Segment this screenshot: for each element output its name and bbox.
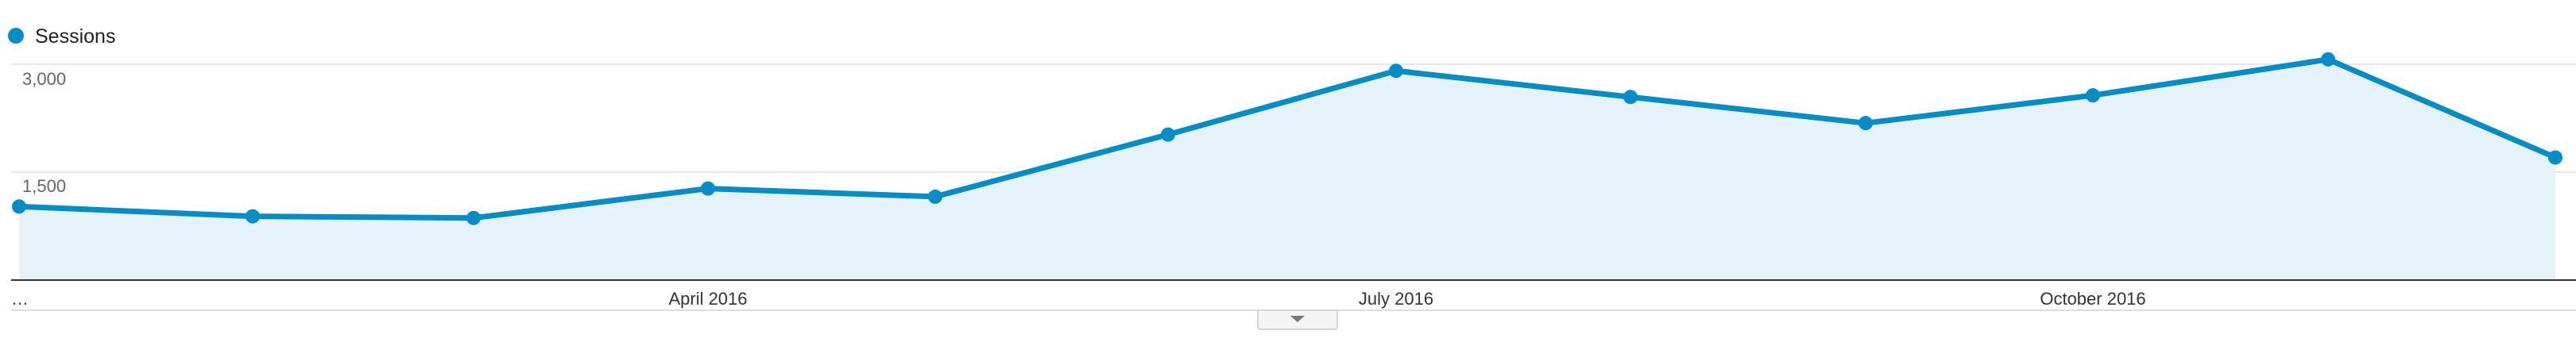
data-point-2[interactable] [466,210,481,225]
x-tick-label-october: October 2016 [2040,289,2145,309]
data-point-10[interactable] [2321,52,2335,67]
x-tick-label-july: July 2016 [1359,289,1433,309]
data-point-9[interactable] [2086,88,2100,103]
x-tick-label-start: … [11,289,29,309]
series-area-sessions [19,59,2555,281]
data-point-6[interactable] [1389,63,1403,79]
sessions-chart: Sessions 3,000 1,500 … April 2016 July 2… [0,0,2576,334]
data-point-1[interactable] [246,209,260,224]
data-point-7[interactable] [1623,90,1638,105]
y-tick-label-mid: 1,500 [22,176,66,196]
x-tick-label-april: April 2016 [668,289,747,309]
legend-label-sessions[interactable]: Sessions [35,25,115,48]
data-point-0[interactable] [12,199,26,214]
data-point-4[interactable] [928,189,942,204]
data-point-3[interactable] [701,181,715,196]
data-point-8[interactable] [1859,116,1873,131]
data-point-5[interactable] [1161,127,1175,142]
chart-svg: Sessions 3,000 1,500 … April 2016 July 2… [8,25,2576,330]
legend-swatch-sessions[interactable] [8,28,24,44]
y-tick-label-top: 3,000 [22,69,66,89]
data-point-11[interactable] [2548,150,2562,165]
